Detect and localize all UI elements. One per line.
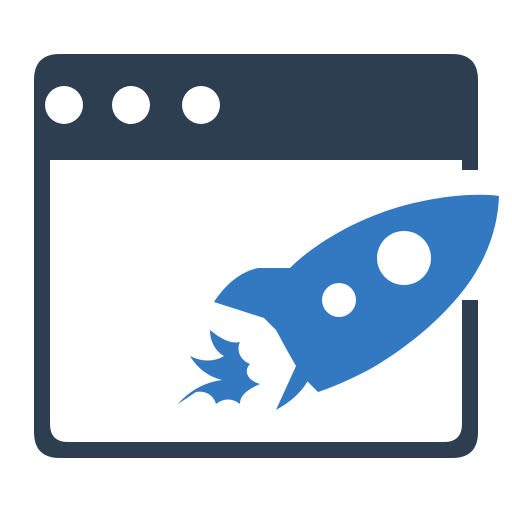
window-control-dot-icon [45,86,83,124]
rocket-window-icon [322,283,356,317]
rocket-icon [214,194,499,410]
window-tab-icon [334,112,420,160]
browser-rocket-icon [34,54,512,458]
window-control-dot-icon [112,86,150,124]
flame-outer [178,330,260,404]
browser-rocket-illustration [0,0,512,512]
window-control-dot-icon [182,86,220,124]
rocket-window-icon [377,231,431,285]
flame-icon [178,330,260,404]
